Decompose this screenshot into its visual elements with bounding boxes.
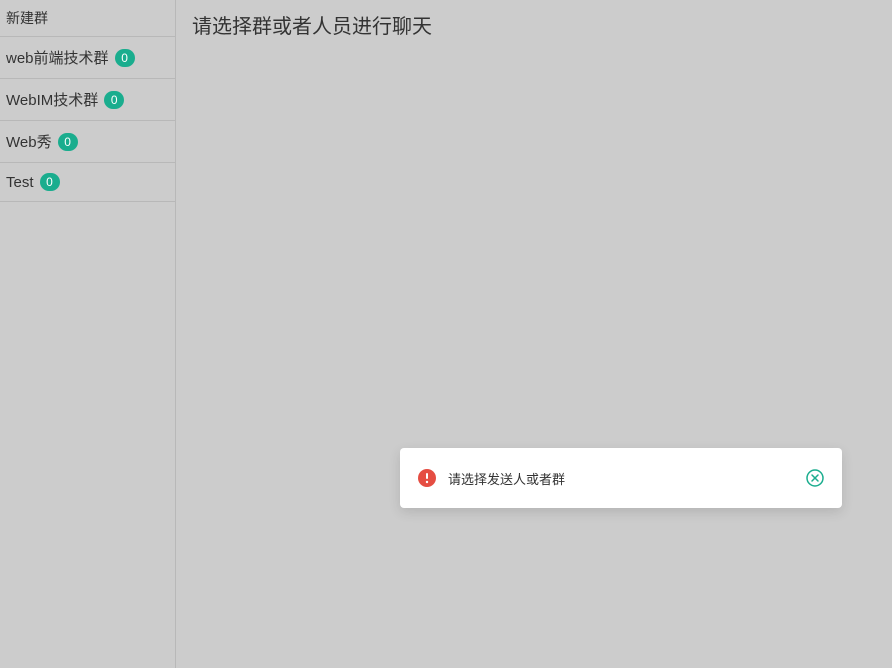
sidebar: 新建群 web前端技术群 0 WebIM技术群 0 Web秀 0 Test 0 [0, 0, 176, 668]
group-name: Test [6, 174, 34, 191]
unread-badge: 0 [58, 133, 78, 151]
group-name: web前端技术群 [6, 47, 109, 68]
group-item[interactable]: Test 0 [0, 163, 175, 202]
toast-message: 请选择发送人或者群 [448, 469, 806, 488]
unread-badge: 0 [40, 173, 60, 191]
new-group-button[interactable]: 新建群 [0, 0, 175, 37]
page-title: 请选择群或者人员进行聊天 [176, 0, 892, 49]
group-name: WebIM技术群 [6, 89, 98, 110]
group-item[interactable]: web前端技术群 0 [0, 37, 175, 79]
group-item[interactable]: Web秀 0 [0, 121, 175, 163]
unread-badge: 0 [115, 49, 135, 67]
main-panel: 请选择群或者人员进行聊天 请选择发送人或者群 [176, 0, 892, 668]
error-icon [418, 469, 436, 487]
close-icon[interactable] [806, 469, 824, 487]
group-item[interactable]: WebIM技术群 0 [0, 79, 175, 121]
unread-badge: 0 [104, 91, 124, 109]
group-name: Web秀 [6, 131, 52, 152]
app-container: 新建群 web前端技术群 0 WebIM技术群 0 Web秀 0 Test 0 … [0, 0, 892, 668]
group-list: web前端技术群 0 WebIM技术群 0 Web秀 0 Test 0 [0, 37, 175, 202]
toast-notification: 请选择发送人或者群 [400, 448, 842, 508]
